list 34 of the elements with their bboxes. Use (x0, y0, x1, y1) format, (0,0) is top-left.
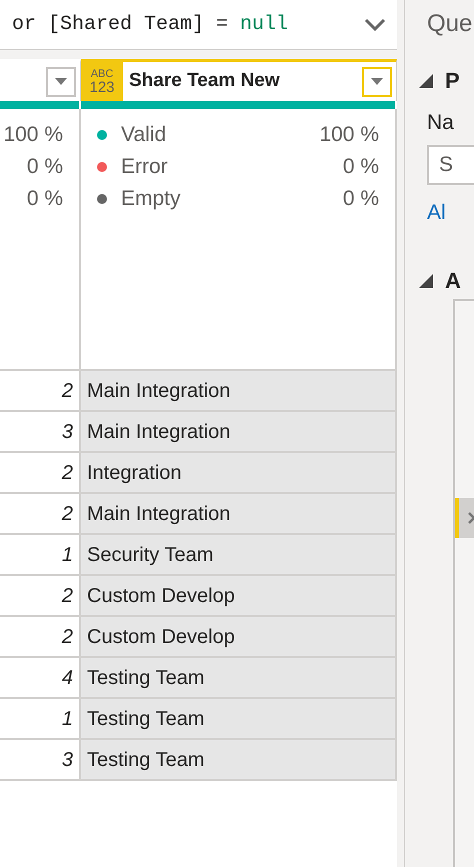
name-field[interactable]: S (427, 144, 474, 184)
section-heading: A (445, 267, 461, 295)
table-cell: Integration (81, 453, 397, 492)
triangle-icon[interactable] (419, 274, 433, 288)
column-name: Share Team New (128, 69, 281, 94)
table-cell: Main Integration (81, 412, 397, 451)
stat-value: 0 % (26, 154, 63, 180)
table-cell: Security Team (81, 535, 397, 574)
type-badge[interactable]: ABC 123 (81, 62, 123, 101)
section-heading: P (445, 67, 460, 95)
stat-label: Error (121, 154, 169, 180)
triangle-icon[interactable] (419, 74, 433, 88)
caret-icon[interactable] (371, 78, 383, 85)
formula-text: or [Shared Team] = null (12, 12, 290, 38)
stat-value: 100 % (319, 122, 379, 148)
caret-icon[interactable] (55, 78, 67, 85)
table-cell: Testing Team (81, 699, 397, 738)
table-cell: Testing Team (81, 658, 397, 697)
stat-label: Valid (121, 122, 168, 148)
stat-value: 100 % (3, 122, 63, 148)
table-cell: Custom Develop (81, 576, 397, 615)
filter-dropdown-button[interactable] (362, 66, 392, 96)
stat-value: 0 % (342, 186, 379, 212)
stat-label: Empty (121, 186, 182, 212)
panel-title: Que (427, 9, 474, 39)
table-cell: Main Integration (81, 371, 397, 410)
stat-value: 0 % (26, 186, 63, 212)
filter-dropdown-button[interactable] (46, 66, 76, 96)
table-cell: Testing Team (81, 740, 397, 779)
table-cell: Main Integration (81, 494, 397, 533)
stat-value: 0 % (342, 154, 379, 180)
field-label: Na (427, 110, 455, 136)
properties-link[interactable]: Al (427, 196, 474, 228)
table-cell: Custom Develop (81, 617, 397, 656)
